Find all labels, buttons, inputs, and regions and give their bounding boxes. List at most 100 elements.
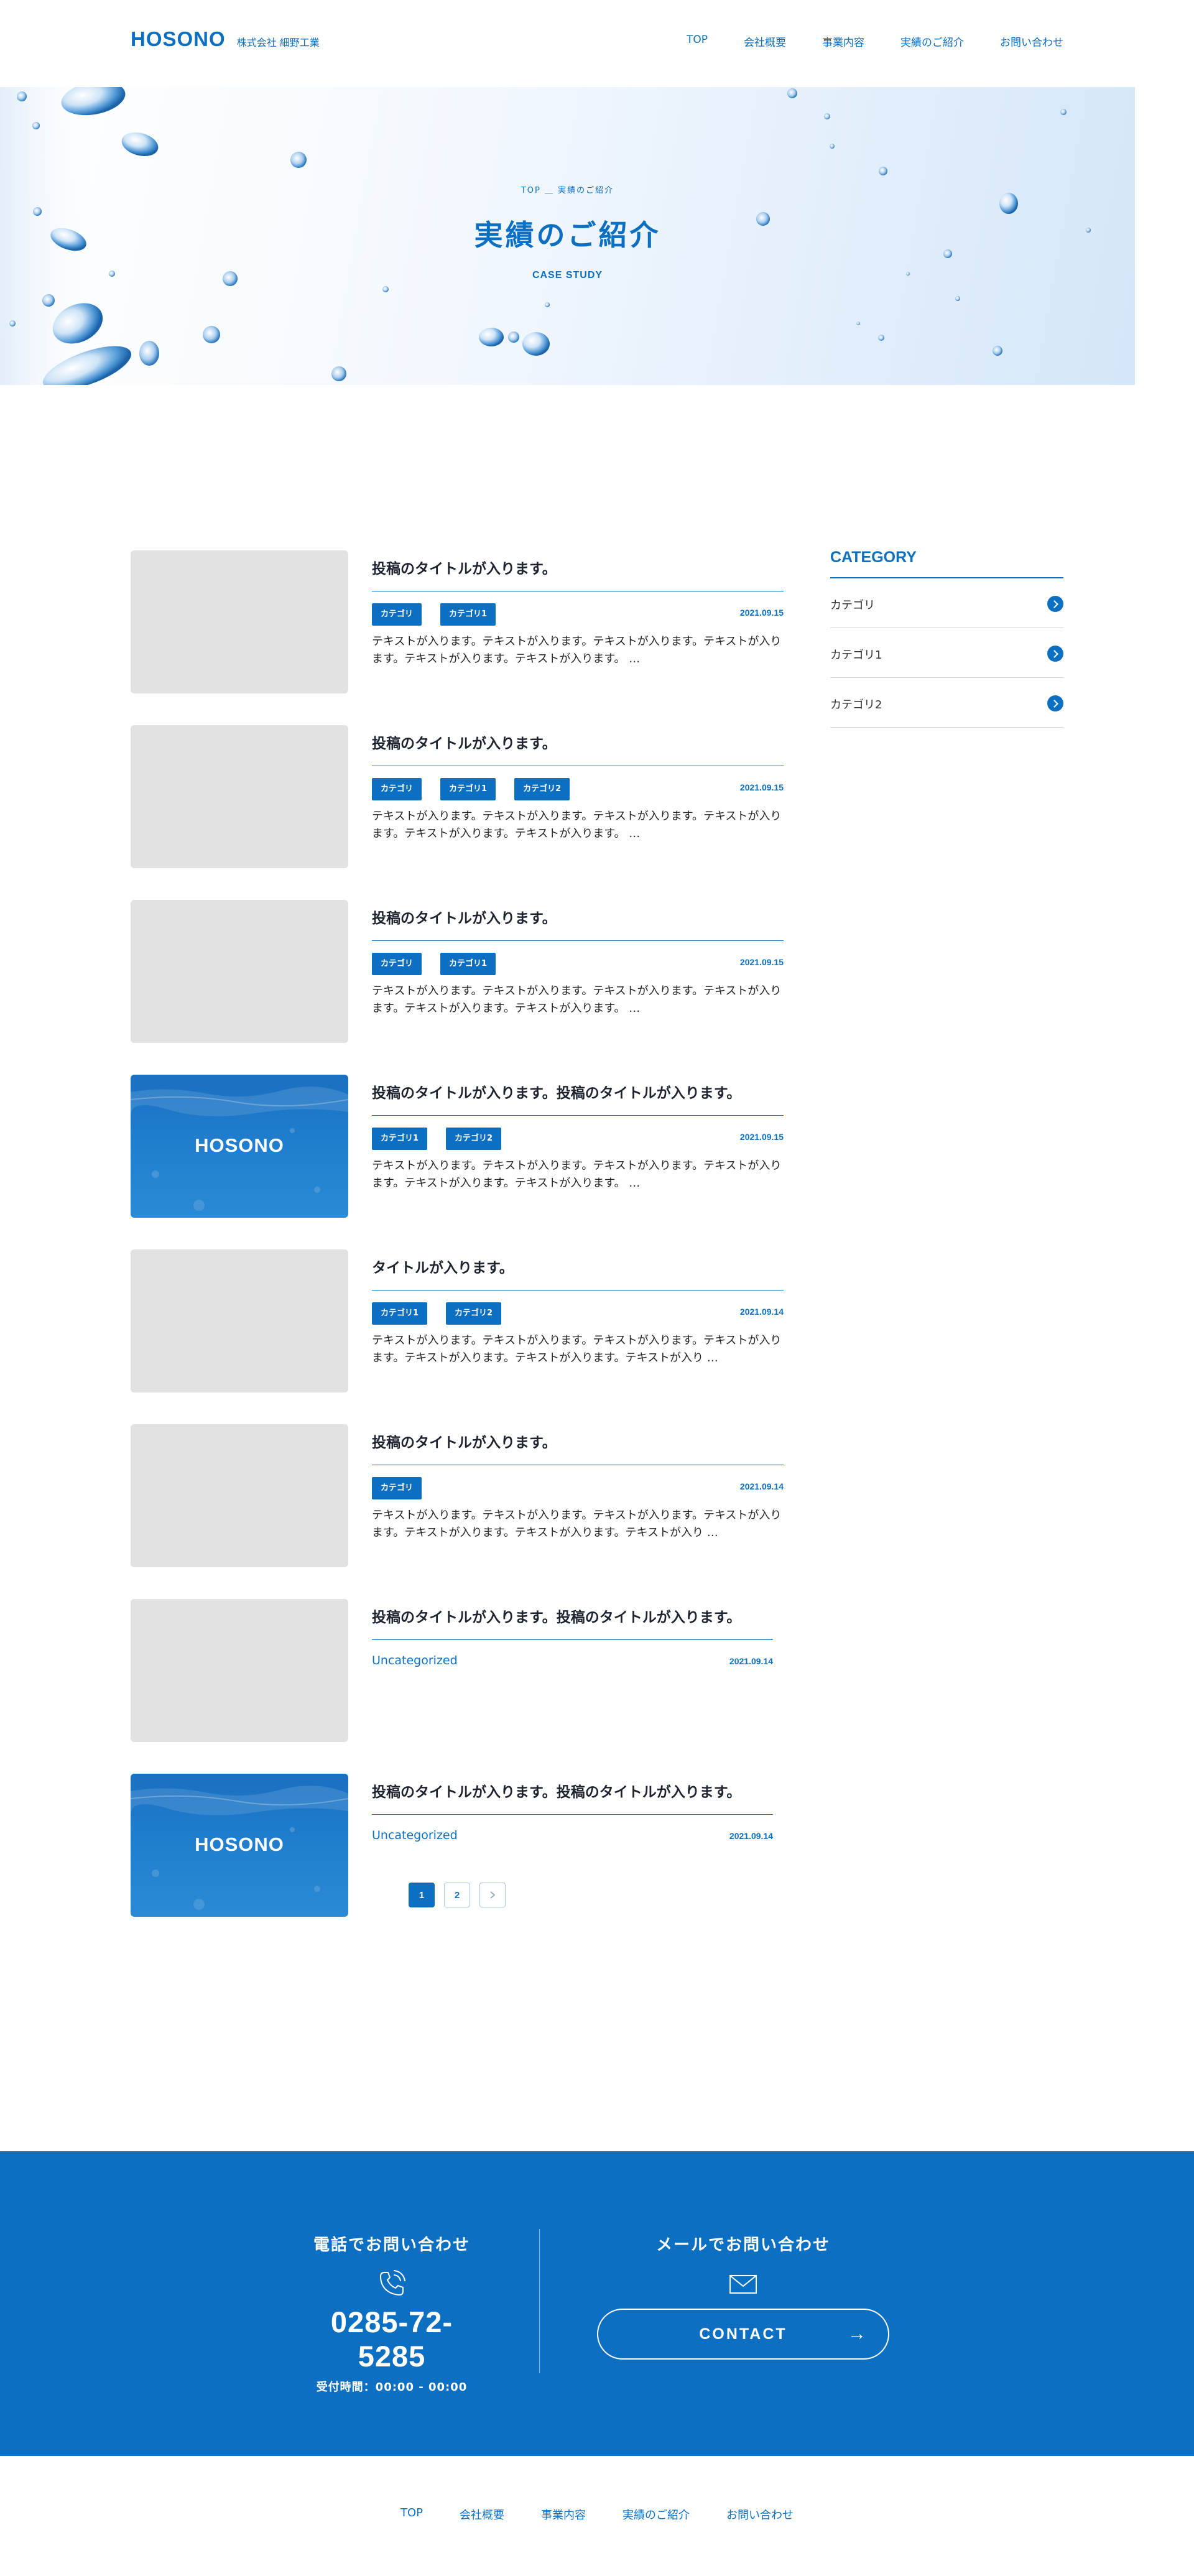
category-tag[interactable]: カテゴリ2 <box>446 1128 502 1150</box>
post-date: 2021.09.15 <box>739 1132 784 1142</box>
logo-wordmark[interactable]: HOSONO <box>131 27 226 51</box>
category-tag[interactable]: カテゴリ <box>372 1477 422 1499</box>
page-button[interactable]: 2 <box>444 1883 470 1907</box>
main-content: 投稿のタイトルが入ります。 カテゴリ カテゴリ1 2021.09.15 テキスト… <box>0 385 1194 2151</box>
mail-icon <box>581 2266 905 2301</box>
breadcrumb[interactable]: TOP ＿ 実績のご紹介 <box>0 183 1135 195</box>
category-tag[interactable]: カテゴリ1 <box>440 778 496 800</box>
phone-icon <box>298 2266 485 2301</box>
site-footer: TOP 会社概要 事業内容 実績のご紹介 お問い合わせ <box>0 2456 1194 2576</box>
post-meta: カテゴリ1 カテゴリ2 2021.09.15 <box>372 1116 784 1157</box>
footer-nav-contact[interactable]: お問い合わせ <box>726 2506 794 2523</box>
company-name: 株式会社 細野工業 <box>236 37 320 49</box>
post-date: 2021.09.15 <box>739 957 784 967</box>
post-thumbnail[interactable] <box>131 1249 348 1392</box>
next-page-button[interactable] <box>479 1883 506 1907</box>
footer-nav-business[interactable]: 事業内容 <box>541 2506 586 2523</box>
footer-nav-company[interactable]: 会社概要 <box>460 2506 504 2523</box>
hero-heading: TOP ＿ 実績のご紹介 実績のご紹介 CASE STUDY <box>0 183 1135 281</box>
thumbnail-logo: HOSONO <box>195 1833 284 1855</box>
post-meta: カテゴリ1 カテゴリ2 2021.09.14 <box>372 1290 784 1332</box>
post-card[interactable]: 投稿のタイトルが入ります。 カテゴリ カテゴリ1 カテゴリ2 2021.09.1… <box>131 725 784 868</box>
post-title[interactable]: 投稿のタイトルが入ります。 <box>372 725 784 766</box>
post-card[interactable]: 投稿のタイトルが入ります。投稿のタイトルが入ります。 Uncategorized… <box>131 1599 784 1742</box>
phone-contact: 電話でお問い合わせ 0285-72-5285 受付時間：00:00 - 00:0… <box>298 2151 485 2394</box>
category-tag[interactable]: カテゴリ <box>372 953 422 975</box>
post-card[interactable]: タイトルが入ります。 カテゴリ1 カテゴリ2 2021.09.14 テキストが入… <box>131 1249 784 1392</box>
post-body: 投稿のタイトルが入ります。 カテゴリ 2021.09.14 テキストが入ります。… <box>372 1424 784 1542</box>
nav-top[interactable]: TOP <box>687 34 708 49</box>
page-title: 実績のご紹介 <box>474 218 661 252</box>
post-thumbnail[interactable] <box>131 1599 348 1742</box>
business-hours: 受付時間：00:00 - 00:00 <box>316 2381 468 2394</box>
category-tag[interactable]: カテゴリ2 <box>446 1302 502 1325</box>
page-subtitle: CASE STUDY <box>532 270 603 280</box>
nav-contact[interactable]: お問い合わせ <box>1000 34 1063 49</box>
post-meta: カテゴリ カテゴリ1 カテゴリ2 2021.09.15 <box>372 766 784 807</box>
post-title[interactable]: 投稿のタイトルが入ります。投稿のタイトルが入ります。 <box>372 1075 784 1116</box>
post-thumbnail[interactable]: HOSONO <box>131 1075 348 1218</box>
post-title[interactable]: 投稿のタイトルが入ります。 <box>372 900 784 941</box>
chevron-right-icon <box>1047 596 1063 612</box>
post-thumbnail[interactable]: HOSONO <box>131 1774 348 1917</box>
category-tag[interactable]: カテゴリ2 <box>514 778 570 800</box>
post-card[interactable]: HOSONO 投稿のタイトルが入ります。投稿のタイトルが入ります。 カテゴリ1 … <box>131 1075 784 1218</box>
post-meta: カテゴリ カテゴリ1 2021.09.15 <box>372 941 784 982</box>
post-tags: カテゴリ カテゴリ1 <box>372 603 496 626</box>
contact-button[interactable]: CONTACT → <box>597 2309 889 2360</box>
post-excerpt: テキストが入ります。テキストが入ります。テキストが入ります。テキストが入ります。… <box>372 810 782 840</box>
post-date: 2021.09.14 <box>739 1307 784 1317</box>
footer-nav-top[interactable]: TOP <box>400 2506 423 2523</box>
sidebar-item-category2[interactable]: カテゴリ2 <box>830 678 1063 728</box>
post-title[interactable]: 投稿のタイトルが入ります。投稿のタイトルが入ります。 <box>372 1599 773 1640</box>
post-title[interactable]: 投稿のタイトルが入ります。 <box>372 550 784 591</box>
post-excerpt: テキストが入ります。テキストが入ります。テキストが入ります。テキストが入ります。… <box>372 985 782 1015</box>
category-link[interactable]: Uncategorized <box>372 1654 458 1667</box>
post-title[interactable]: 投稿のタイトルが入ります。 <box>372 1424 784 1465</box>
mail-heading: メールでお問い合わせ <box>655 2236 830 2254</box>
page-button-current[interactable]: 1 <box>409 1883 435 1907</box>
post-title[interactable]: 投稿のタイトルが入ります。投稿のタイトルが入ります。 <box>372 1774 773 1815</box>
post-tags: カテゴリ カテゴリ1 <box>372 953 496 975</box>
category-tag[interactable]: カテゴリ1 <box>372 1302 428 1325</box>
footer-nav: TOP 会社概要 事業内容 実績のご紹介 お問い合わせ <box>0 2506 1194 2523</box>
phone-number[interactable]: 0285-72-5285 <box>298 2305 485 2373</box>
contact-divider <box>539 2229 540 2373</box>
post-card[interactable]: 投稿のタイトルが入ります。 カテゴリ カテゴリ1 2021.09.15 テキスト… <box>131 900 784 1043</box>
post-meta: カテゴリ カテゴリ1 2021.09.15 <box>372 591 784 632</box>
post-card[interactable]: 投稿のタイトルが入ります。 カテゴリ カテゴリ1 2021.09.15 テキスト… <box>131 550 784 693</box>
post-thumbnail[interactable] <box>131 550 348 693</box>
post-meta: カテゴリ 2021.09.14 <box>372 1465 784 1506</box>
site-logo[interactable]: HOSONO 株式会社 細野工業 <box>131 27 320 51</box>
sidebar-item-category1[interactable]: カテゴリ1 <box>830 628 1063 678</box>
category-tag[interactable]: カテゴリ1 <box>440 953 496 975</box>
sidebar-item-category[interactable]: カテゴリ <box>830 578 1063 628</box>
nav-business[interactable]: 事業内容 <box>822 34 864 49</box>
post-thumbnail[interactable] <box>131 1424 348 1567</box>
post-body: 投稿のタイトルが入ります。 カテゴリ カテゴリ1 2021.09.15 テキスト… <box>372 550 784 668</box>
chevron-right-icon <box>1047 695 1063 711</box>
post-thumbnail[interactable] <box>131 900 348 1043</box>
post-thumbnail[interactable] <box>131 725 348 868</box>
footer-nav-case-study[interactable]: 実績のご紹介 <box>622 2506 690 2523</box>
post-body: 投稿のタイトルが入ります。 カテゴリ カテゴリ1 2021.09.15 テキスト… <box>372 900 784 1017</box>
category-tag[interactable]: カテゴリ1 <box>372 1128 428 1150</box>
post-date: 2021.09.14 <box>729 1656 773 1666</box>
post-date: 2021.09.15 <box>739 782 784 792</box>
phone-heading: 電話でお問い合わせ <box>313 2236 470 2254</box>
nav-company[interactable]: 会社概要 <box>744 34 786 49</box>
post-excerpt: テキストが入ります。テキストが入ります。テキストが入ります。テキストが入ります。… <box>372 635 782 665</box>
post-title[interactable]: タイトルが入ります。 <box>372 1249 784 1290</box>
category-tag[interactable]: カテゴリ <box>372 603 422 626</box>
chevron-right-icon <box>490 1891 496 1899</box>
global-nav: TOP 会社概要 事業内容 実績のご紹介 お問い合わせ <box>687 34 1063 49</box>
post-card[interactable]: 投稿のタイトルが入ります。 カテゴリ 2021.09.14 テキストが入ります。… <box>131 1424 784 1567</box>
category-tag[interactable]: カテゴリ1 <box>440 603 496 626</box>
post-excerpt: テキストが入ります。テキストが入ります。テキストが入ります。テキストが入ります。… <box>372 1159 782 1190</box>
post-tags: カテゴリ1 カテゴリ2 <box>372 1128 502 1150</box>
sidebar-item-label: カテゴリ2 <box>830 698 882 711</box>
category-link[interactable]: Uncategorized <box>372 1828 458 1842</box>
nav-case-study[interactable]: 実績のご紹介 <box>900 34 964 49</box>
category-tag[interactable]: カテゴリ <box>372 778 422 800</box>
post-tags: カテゴリ1 カテゴリ2 <box>372 1302 502 1325</box>
